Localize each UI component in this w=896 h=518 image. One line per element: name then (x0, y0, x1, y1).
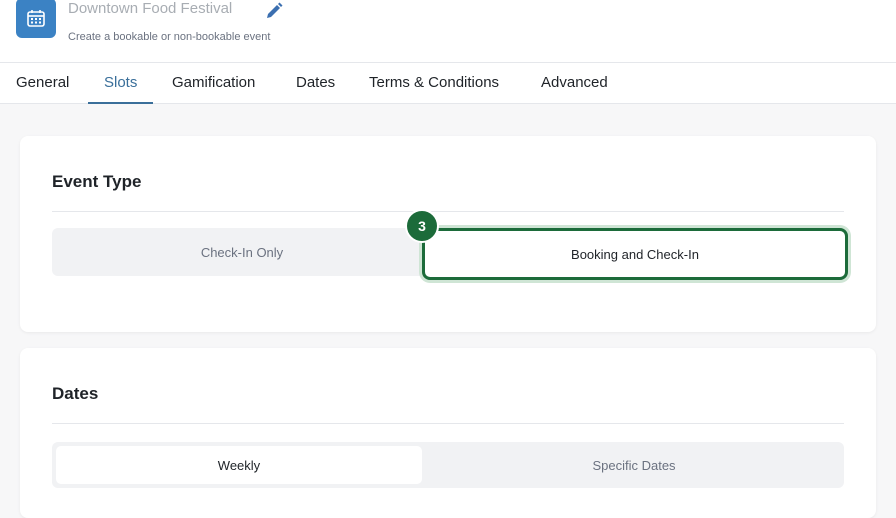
tab-general[interactable]: General (16, 63, 69, 103)
divider (52, 211, 844, 212)
event-title: Downtown Food Festival (68, 0, 233, 17)
dates-mode-selector: Weekly Specific Dates (52, 442, 844, 488)
event-type-card: Event Type Check-In Only Booking and Che… (20, 136, 876, 332)
specific-dates-option[interactable]: Specific Dates (448, 446, 820, 484)
booking-and-check-in-option[interactable]: Booking and Check-In (422, 228, 848, 280)
page-header: Downtown Food Festival Create a bookable… (0, 0, 896, 63)
divider (52, 423, 844, 424)
tab-dates[interactable]: Dates (296, 63, 335, 103)
calendar-icon (16, 0, 56, 38)
step-badge: 3 (405, 209, 439, 243)
dates-card: Dates Weekly Specific Dates (20, 348, 876, 518)
tab-advanced[interactable]: Advanced (541, 63, 608, 103)
check-in-only-option[interactable]: Check-In Only (52, 228, 432, 276)
tab-bar: General Slots Gamification Dates Terms &… (0, 63, 896, 104)
tab-terms-conditions[interactable]: Terms & Conditions (369, 63, 499, 103)
dates-title: Dates (52, 384, 99, 403)
tab-slots[interactable]: Slots (87, 63, 154, 104)
event-type-title: Event Type (52, 172, 142, 191)
tab-gamification[interactable]: Gamification (172, 63, 255, 103)
weekly-option[interactable]: Weekly (56, 446, 422, 484)
event-subtitle: Create a bookable or non-bookable event (68, 31, 271, 43)
pencil-icon[interactable] (264, 1, 284, 21)
